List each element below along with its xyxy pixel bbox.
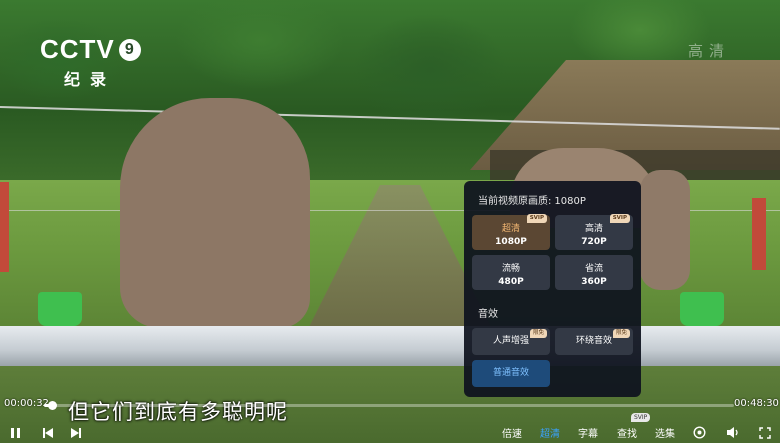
quality-option-720p[interactable]: 高清 720P SVIP xyxy=(555,214,633,250)
pause-button[interactable] xyxy=(10,422,22,443)
channel-logo: CCTV 9 纪录 xyxy=(40,34,141,90)
control-bar: 倍速 超清 字幕 查找 选集 xyxy=(0,422,780,443)
fullscreen-icon xyxy=(759,426,771,439)
elephant-trunk xyxy=(640,170,690,290)
elephant xyxy=(120,98,310,328)
quality-res: 480P xyxy=(498,277,524,287)
green-bucket xyxy=(680,292,724,326)
green-bucket xyxy=(38,292,82,326)
svip-tag: SVIP xyxy=(526,214,547,223)
water-trough xyxy=(0,326,780,366)
free-tag: 限免 xyxy=(529,329,547,338)
current-quality-label: 当前视频原画质: xyxy=(478,196,552,207)
captions-button[interactable]: 字幕 xyxy=(578,422,598,443)
watermark: 高清 xyxy=(688,42,731,60)
episodes-button[interactable]: 选集 xyxy=(655,422,675,443)
quality-button[interactable]: 超清 xyxy=(540,422,560,443)
quality-option-360p[interactable]: 省流 360P xyxy=(555,255,633,290)
audio-option-normal[interactable]: 普通音效 xyxy=(472,360,550,387)
fence-post xyxy=(752,198,766,270)
quality-res: 360P xyxy=(581,277,607,287)
quality-panel: 当前视频原画质: 1080P 超清 1080P SVIP 高清 720P SVIP… xyxy=(464,181,641,397)
audio-option-voice-enhance[interactable]: 人声增强 限免 xyxy=(472,328,550,355)
previous-icon xyxy=(43,427,53,438)
audio-section-title: 音效 xyxy=(478,309,498,320)
channel-name: 纪录 xyxy=(64,72,117,89)
progress-bar[interactable] xyxy=(44,401,734,410)
danmaku-button[interactable] xyxy=(693,422,706,443)
current-quality-value: 1080P xyxy=(554,196,586,207)
current-quality: 当前视频原画质: 1080P xyxy=(478,192,586,207)
pause-icon xyxy=(11,427,20,438)
search-button[interactable]: 查找 xyxy=(617,422,637,443)
channel-number: 9 xyxy=(118,38,141,61)
free-tag: 限免 xyxy=(612,329,630,338)
target-icon xyxy=(693,426,706,439)
quality-name: 省流 xyxy=(584,264,603,274)
quality-name: 流畅 xyxy=(501,264,520,274)
audio-option-label: 普通音效 xyxy=(492,368,529,378)
svip-badge: SVIP xyxy=(631,413,651,422)
fullscreen-button[interactable] xyxy=(759,422,771,443)
volume-icon xyxy=(727,427,738,438)
total-time: 00:48:30 xyxy=(734,398,779,409)
quality-option-480p[interactable]: 流畅 480P xyxy=(472,255,550,290)
audio-option-label: 人声增强 xyxy=(492,336,529,346)
volume-button[interactable] xyxy=(726,422,740,443)
quality-res: 720P xyxy=(581,237,607,247)
quality-option-1080p[interactable]: 超清 1080P SVIP xyxy=(472,214,550,250)
progress-knob[interactable] xyxy=(47,401,57,410)
current-time: 00:00:32 xyxy=(4,398,49,409)
audio-option-surround[interactable]: 环绕音效 限免 xyxy=(555,328,633,355)
svip-tag: SVIP xyxy=(609,214,630,223)
audio-option-label: 环绕音效 xyxy=(575,336,612,346)
channel-brand: CCTV xyxy=(40,34,115,64)
speed-button[interactable]: 倍速 xyxy=(502,422,522,443)
next-icon xyxy=(71,427,81,438)
next-button[interactable] xyxy=(70,422,82,443)
fence-post xyxy=(0,182,9,272)
quality-res: 1080P xyxy=(495,237,527,247)
previous-button[interactable] xyxy=(42,422,54,443)
